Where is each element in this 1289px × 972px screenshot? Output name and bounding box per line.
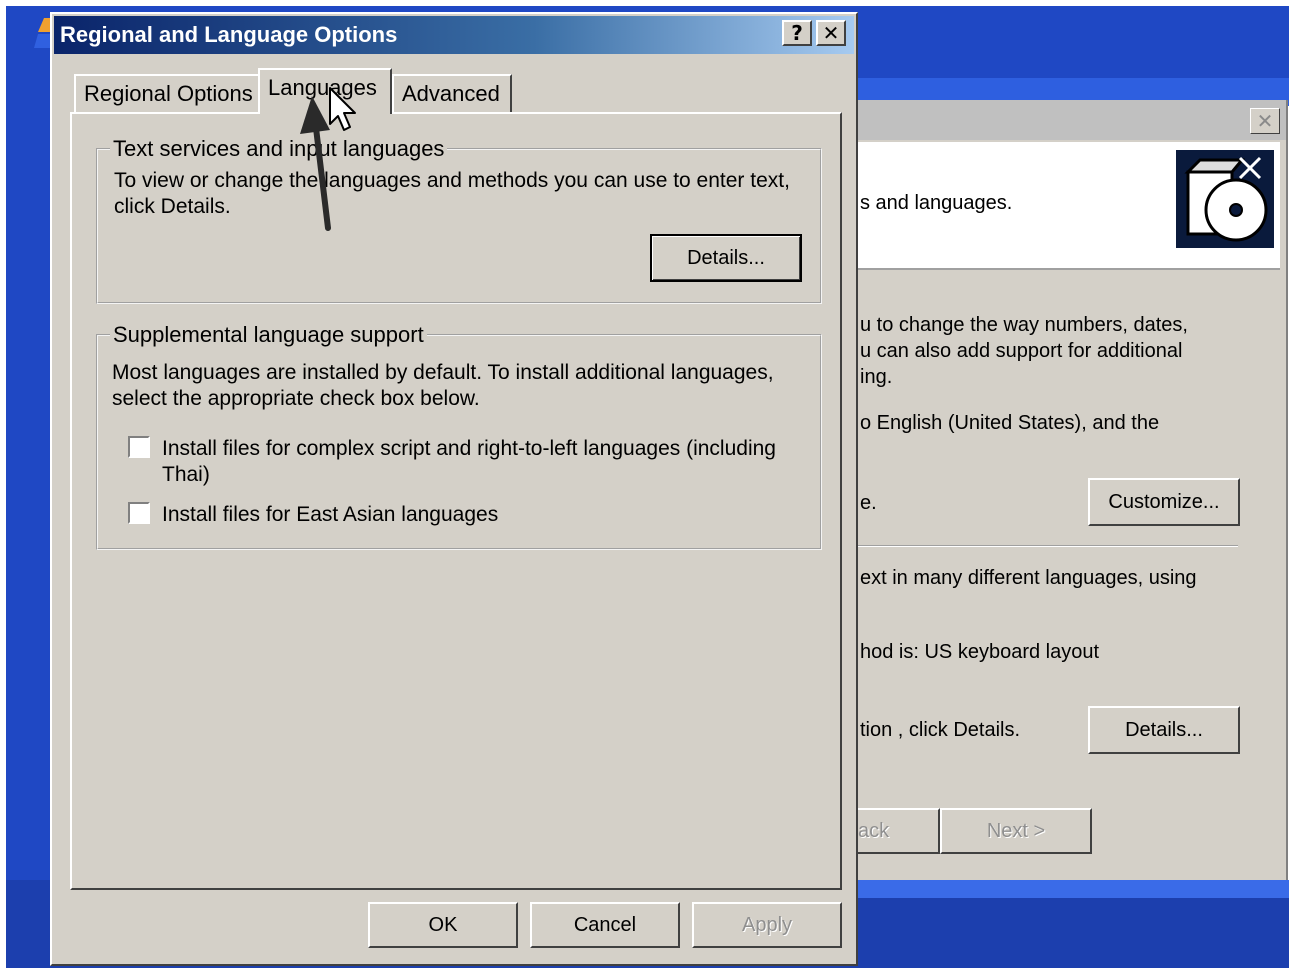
- languages-text: ext in many different languages, using: [860, 567, 1197, 589]
- customize-button[interactable]: Customize...: [1088, 478, 1240, 526]
- details-text: tion , click Details.: [860, 719, 1021, 741]
- customize-text: e.: [860, 492, 877, 514]
- supplemental-group-label: Supplemental language support: [110, 322, 427, 348]
- complex-script-checkbox[interactable]: [128, 436, 150, 458]
- regional-language-dialog: Regional and Language Options ? ✕ Region…: [50, 12, 858, 966]
- dialog-title: Regional and Language Options: [60, 22, 398, 47]
- supplemental-description: Most languages are installed by default.…: [112, 361, 774, 410]
- intro-line-2: u can also add support for additional: [860, 340, 1183, 362]
- background-close-button[interactable]: ✕: [1250, 108, 1280, 134]
- desktop-left: [6, 78, 52, 968]
- complex-script-label: Install files for complex script and rig…: [162, 437, 776, 486]
- tab-advanced[interactable]: Advanced: [392, 74, 512, 112]
- intro-line-1: u to change the way numbers, dates,: [860, 314, 1188, 336]
- standards-text: o English (United States), and the: [860, 412, 1160, 434]
- background-titlebar: [846, 100, 1286, 140]
- input-method-text: hod is: US keyboard layout: [860, 641, 1100, 663]
- cancel-button[interactable]: Cancel: [530, 902, 680, 948]
- software-box-icon: [1176, 150, 1274, 248]
- text-services-description: To view or change the languages and meth…: [114, 169, 790, 218]
- east-asian-checkbox[interactable]: [128, 502, 150, 524]
- background-wizard-window: ✕ s and languages. u to change the way n…: [846, 100, 1288, 880]
- details-button[interactable]: Details...: [650, 234, 802, 282]
- desktop-band: [856, 880, 1289, 898]
- languages-tab-panel: Text services and input languages To vie…: [70, 112, 842, 890]
- help-button[interactable]: ?: [782, 20, 812, 46]
- apply-button[interactable]: Apply: [692, 902, 842, 948]
- tab-languages[interactable]: Languages: [258, 68, 392, 114]
- ok-button[interactable]: OK: [368, 902, 518, 948]
- separator: [854, 545, 1238, 547]
- text-services-group-label: Text services and input languages: [110, 136, 448, 162]
- background-details-button[interactable]: Details...: [1088, 706, 1240, 754]
- header-text: s and languages.: [860, 192, 1013, 214]
- east-asian-label: Install files for East Asian languages: [162, 503, 499, 526]
- close-button[interactable]: ✕: [816, 20, 846, 46]
- next-button[interactable]: Next >: [940, 808, 1092, 854]
- intro-line-3: ing.: [860, 366, 893, 388]
- back-button[interactable]: ack: [846, 808, 940, 854]
- dialog-titlebar: Regional and Language Options: [54, 16, 854, 54]
- tab-regional-options[interactable]: Regional Options: [74, 74, 260, 112]
